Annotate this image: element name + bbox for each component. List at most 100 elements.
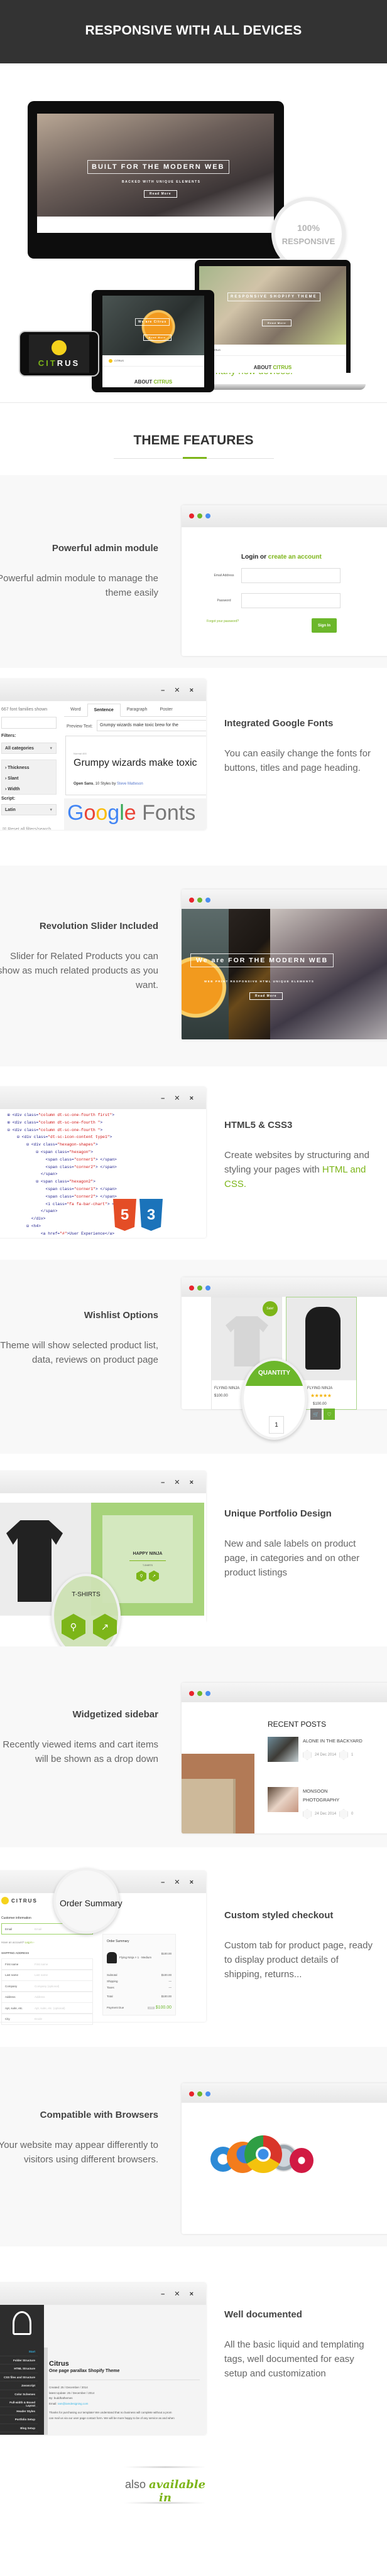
docs-nav-item[interactable]: CSS files and Structure	[0, 2373, 38, 2381]
tablet: We are Citrus Read More CITRUS ABOUT CIT…	[92, 290, 214, 392]
revolution-slider[interactable]: We are FOR THE MODERN WEB WEB PRINT RESP…	[182, 909, 387, 1039]
post-comments: 1	[351, 1753, 354, 1757]
external-link-icon[interactable]: ↗	[93, 1614, 117, 1640]
laptop: RESPONSIVE SHOPIFY THEME Read More CITRU…	[195, 260, 351, 373]
minimize-dot-icon[interactable]	[197, 898, 202, 903]
docs-nav-item[interactable]: Color Schemes	[0, 2390, 38, 2398]
script-select[interactable]: Latin	[1, 804, 57, 815]
forgot-password-link[interactable]: Forgot your password?	[207, 620, 239, 623]
post-date: 24 Dec 2014	[315, 1812, 337, 1816]
post-thumbnail	[268, 1787, 298, 1812]
maximize-dot-icon[interactable]	[205, 1691, 210, 1696]
close-dot-icon[interactable]	[189, 1285, 194, 1291]
preview-text-input[interactable]: Grumpy wizards make toxic brew for the	[97, 720, 206, 731]
docs-nav-item[interactable]: HTML Structure	[0, 2364, 38, 2373]
font-author-link[interactable]: Steve Matteson	[117, 782, 143, 786]
minimize-dot-icon[interactable]	[197, 1285, 202, 1291]
docs-nav-item[interactable]: Portfolio Setup	[0, 2415, 38, 2424]
tablet-read-more-button[interactable]: Read More	[143, 335, 172, 341]
tab-sentence[interactable]: Sentence	[87, 704, 121, 717]
filter-width[interactable]: › Width	[5, 784, 53, 795]
code-window: – ✕ × ⊞ <div class="column dt-sc-one-fou…	[0, 1087, 206, 1238]
shipping-field[interactable]: City Erode	[1, 2013, 93, 2025]
doc-meta: Created: 25 / December / 2014 latest Upd…	[49, 2385, 200, 2407]
search-icon[interactable]: ⚲	[62, 1614, 85, 1640]
docs-nav-item[interactable]: Full-width & Boxed Layout	[0, 2398, 38, 2407]
font-search-input[interactable]	[1, 717, 57, 729]
recent-post[interactable]: ALONE IN THE BACKYARD 24 Dec 2014 1	[268, 1737, 363, 1762]
laptop-read-more-button[interactable]: Read More	[262, 319, 292, 326]
close-dot-icon[interactable]	[189, 513, 194, 518]
window-controls[interactable]: – ✕ ×	[161, 1478, 197, 1486]
laptop-slide-image: RESPONSIVE SHOPIFY THEME Read More	[199, 266, 346, 345]
tablet-mini-brand: CITRUS	[114, 359, 124, 362]
tab-poster[interactable]: Poster	[153, 704, 178, 716]
shipping-field[interactable]: First name First name	[1, 1958, 93, 1970]
monitor-read-more-button[interactable]: Read More	[144, 190, 177, 198]
window-controls[interactable]: – ✕ ×	[161, 1878, 197, 1886]
filter-slant[interactable]: › Slant	[5, 773, 53, 784]
window-traffic-lights	[189, 898, 210, 903]
window-controls[interactable]: – ✕ ×	[161, 2290, 197, 2298]
zoom-search-icon[interactable]: ⚲	[136, 1570, 146, 1582]
close-dot-icon[interactable]	[189, 2091, 194, 2096]
widget-title: RECENT POSTS	[268, 1720, 327, 1729]
item-variant: Medium	[141, 1956, 152, 1960]
doc-title: Citrus	[49, 2360, 69, 2368]
sidebar-scrollbar[interactable]	[44, 2348, 48, 2435]
portfolio-actions: ⚲ ↗	[136, 1570, 159, 1582]
minimize-dot-icon[interactable]	[197, 513, 202, 518]
close-dot-icon[interactable]	[189, 898, 194, 903]
shipping-field[interactable]: Apt, suite, etc. Apt, suite, etc. (option…	[1, 2002, 93, 2014]
tab-word[interactable]: Word	[64, 704, 87, 716]
email-field[interactable]	[241, 568, 341, 583]
doc-email-link[interactable]: ram@iamdesigning.com	[58, 2402, 89, 2405]
have-account-text: Have an account?	[1, 1941, 25, 1944]
filter-thickness[interactable]: › Thickness	[5, 763, 53, 773]
login-link[interactable]: Log in ›	[25, 1941, 35, 1944]
reset-filters-link[interactable]: ☒ Reset all filters/search	[3, 827, 51, 830]
maximize-dot-icon[interactable]	[205, 513, 210, 518]
font-sample-card: Normal 400 Grumpy wizards make toxic Ope…	[65, 736, 206, 795]
tablet-screen: We are Citrus Read More CITRUS ABOUT CIT…	[102, 296, 204, 387]
slide-panel-glass	[229, 909, 270, 1039]
docs-nav-item[interactable]: Javascript	[0, 2381, 38, 2390]
maximize-dot-icon[interactable]	[205, 1285, 210, 1291]
docs-nav-item[interactable]: Start	[0, 2348, 38, 2356]
close-dot-icon[interactable]	[189, 1691, 194, 1696]
minimize-dot-icon[interactable]	[197, 2091, 202, 2096]
feature-html-text: HTML5 & CSS3 Create websites by structur…	[224, 1120, 375, 1191]
password-field[interactable]	[241, 593, 341, 608]
maximize-dot-icon[interactable]	[205, 898, 210, 903]
docs-nav-item[interactable]: Folder Structure	[0, 2356, 38, 2364]
slider-read-more-button[interactable]: Read More	[249, 992, 283, 1000]
add-to-cart-button[interactable]: 🛒	[310, 1409, 322, 1420]
wishlist-heart-button[interactable]: ♡	[324, 1409, 335, 1420]
external-link-icon[interactable]: ↗	[149, 1570, 159, 1582]
shipping-field[interactable]: Address Address	[1, 1991, 93, 2003]
tablet-slide-image: We are Citrus Read More	[102, 296, 204, 355]
portfolio-grid: HAPPY NINJA T-SHIRTS ⚲ ↗ T-SHIRTS ⚲ ↗	[0, 1493, 206, 1646]
quantity-input[interactable]: 1	[269, 1416, 284, 1434]
create-account-link[interactable]: create an account	[268, 554, 322, 561]
shipping-field[interactable]: Company Company (optional)	[1, 1980, 93, 1992]
minimize-dot-icon[interactable]	[197, 1691, 202, 1696]
comment-icon	[339, 1750, 349, 1760]
window-controls[interactable]: – ✕ ×	[161, 686, 197, 694]
docs-nav-item[interactable]: Header Styles	[0, 2407, 38, 2415]
product-actions: 🛒 ♡	[310, 1409, 356, 1420]
feature-title: HTML5 & CSS3	[224, 1120, 293, 1130]
category-select[interactable]: All categories	[1, 743, 57, 754]
feature-title: Unique Portfolio Design	[224, 1508, 332, 1519]
post-thumbnail	[268, 1737, 298, 1762]
maximize-dot-icon[interactable]	[205, 2091, 210, 2096]
google-logo-letter: o	[95, 801, 108, 825]
shipping-field[interactable]: Last name Last name	[1, 1969, 93, 1981]
docs-nav-item[interactable]: Blog Setup	[0, 2424, 38, 2432]
recent-post[interactable]: MONSOON PHOTOGRAPHY 24 Dec 2014 0	[268, 1787, 363, 1819]
sign-in-button[interactable]: Sign In	[312, 618, 337, 633]
phone-screen: CITRUS	[29, 335, 89, 373]
window-controls[interactable]: – ✕ ×	[161, 1094, 197, 1102]
post-title: ALONE IN THE BACKYARD	[303, 1738, 362, 1744]
tab-paragraph[interactable]: Paragraph	[121, 704, 154, 716]
